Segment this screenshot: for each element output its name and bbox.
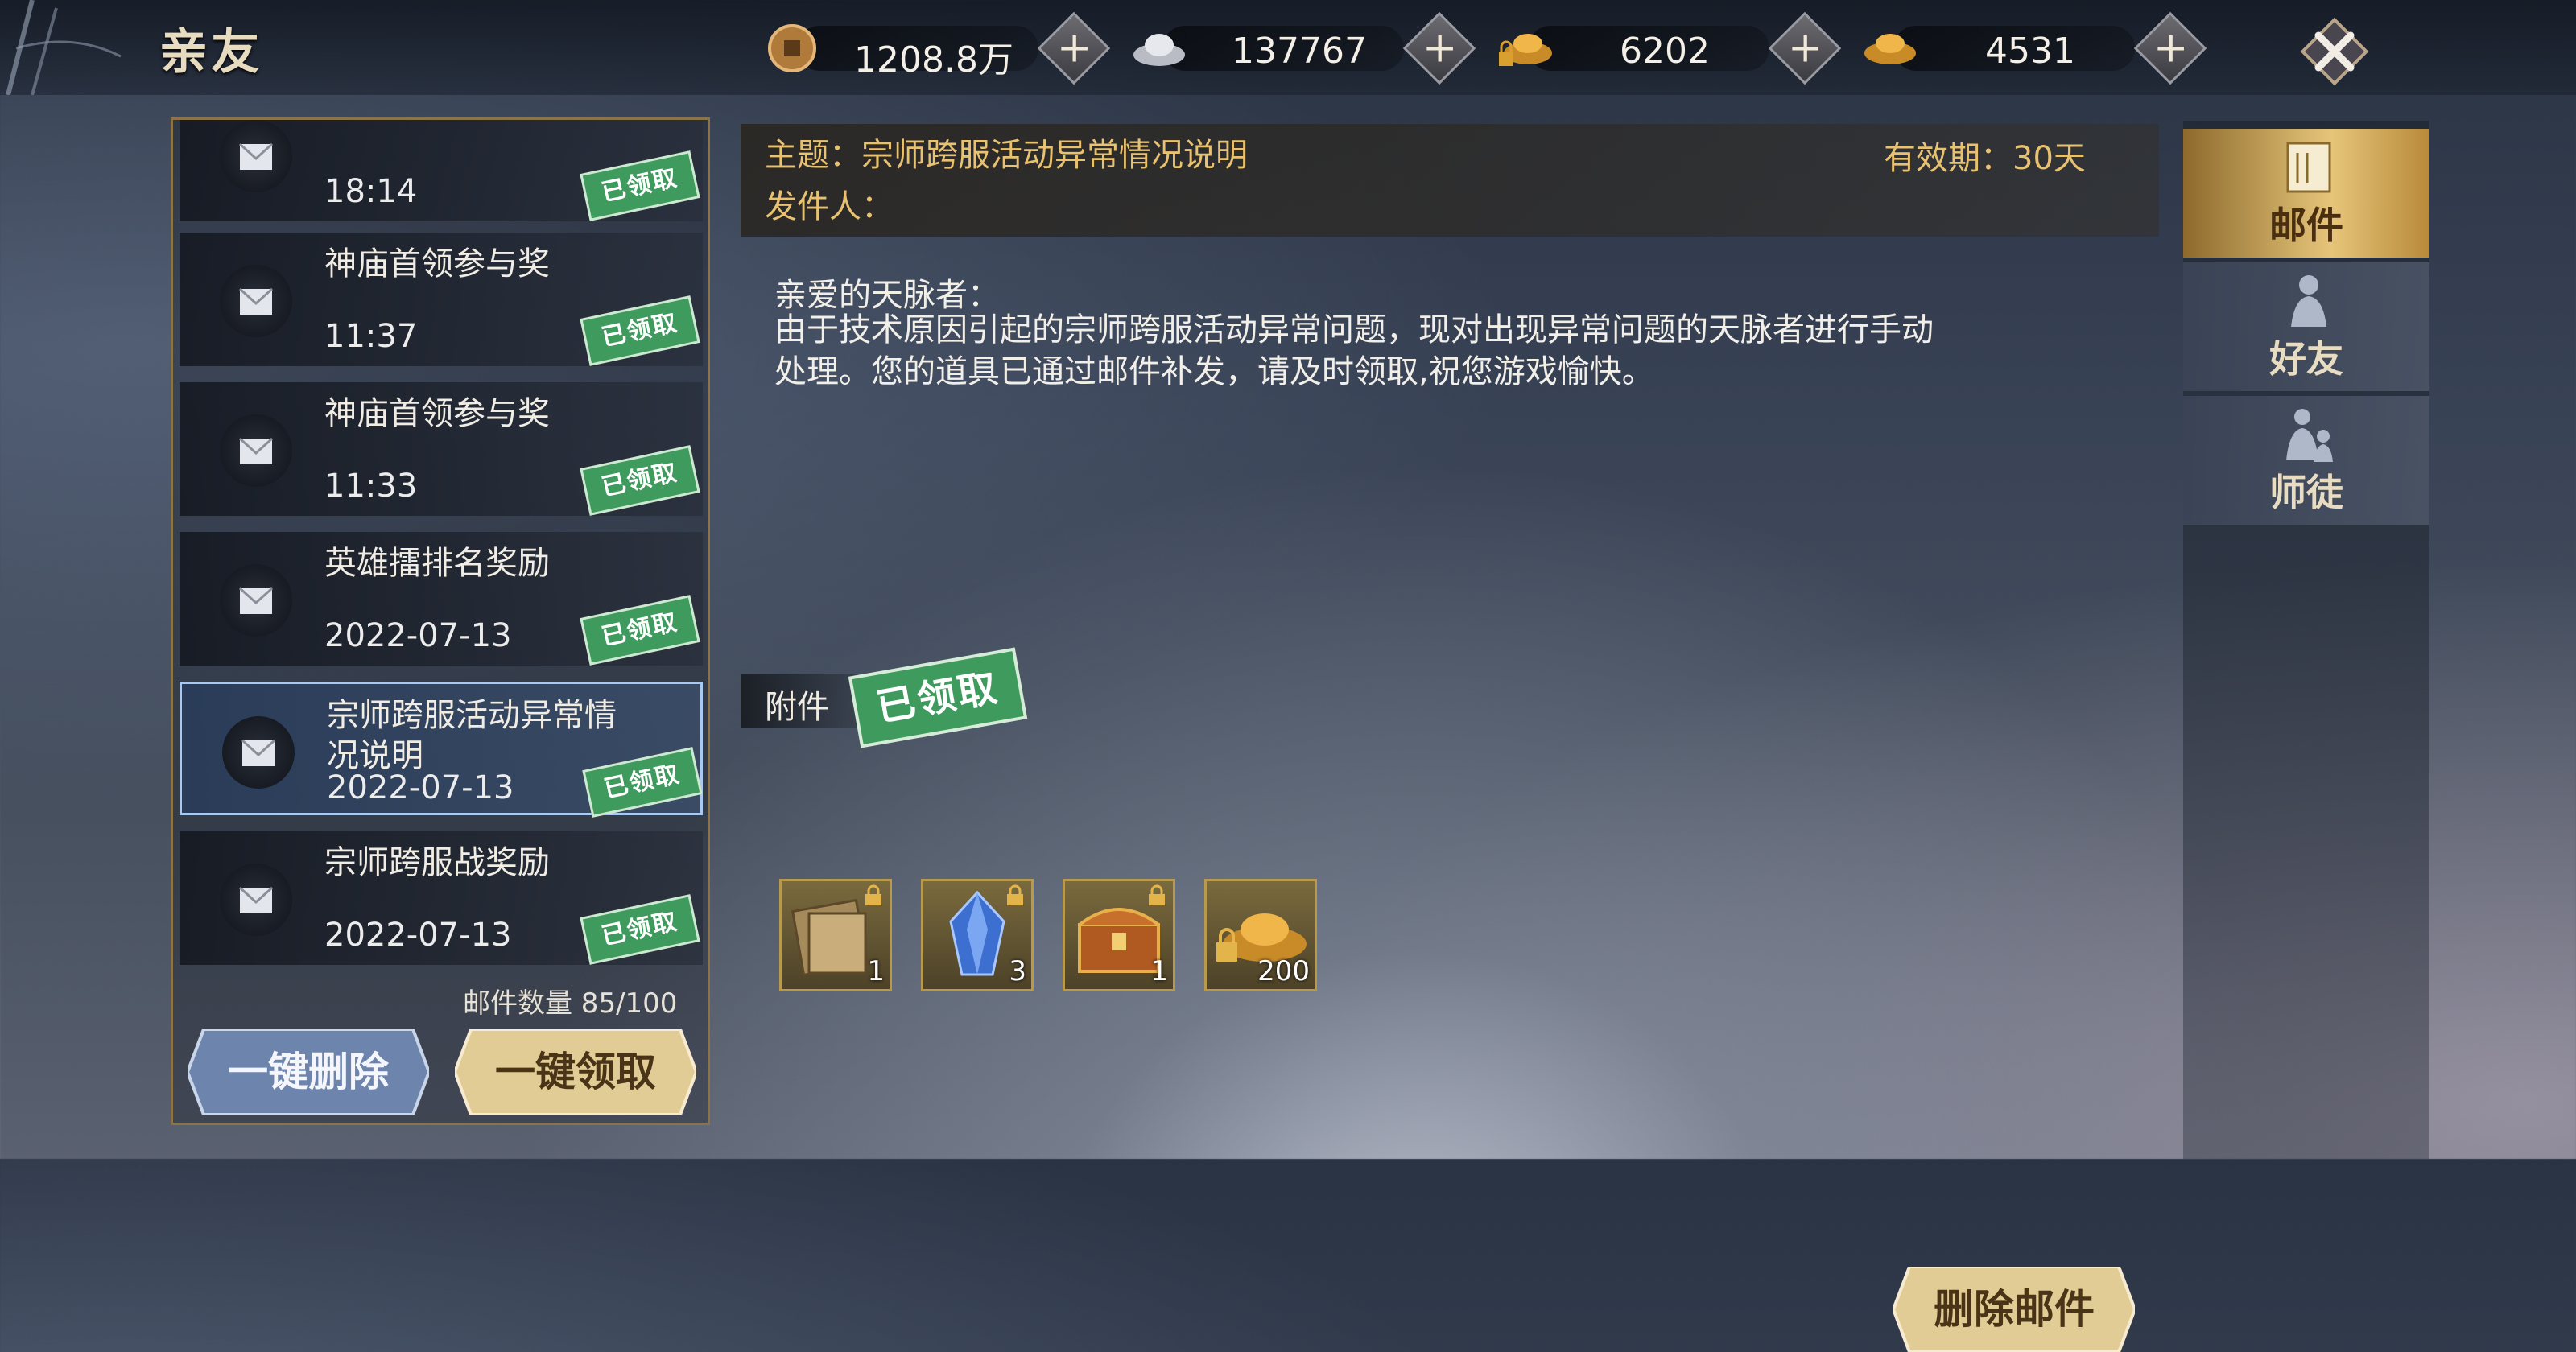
claimed-stamp: 已领取 <box>580 595 700 666</box>
mail-item-title: 神庙首领参与奖 <box>324 395 550 432</box>
locked-gold-ingot-icon <box>1499 34 1552 66</box>
attachment-item[interactable]: 3 <box>921 879 1034 991</box>
claimed-stamp: 已领取 <box>580 445 700 516</box>
add-silver-button[interactable]: + <box>1402 11 1476 85</box>
mail-item-title: 英雄擂排名奖励 <box>324 545 550 582</box>
delete-all-button[interactable]: 一键删除 <box>188 1029 429 1115</box>
locked-gold-value: 6202 <box>1620 31 1710 72</box>
gold-ingot-icon <box>1864 34 1916 64</box>
friend-figure-icon <box>2291 275 2326 327</box>
claimed-stamp: 已领取 <box>580 150 700 221</box>
add-copper-button[interactable]: + <box>1037 11 1111 85</box>
item-quantity: 3 <box>1009 955 1026 987</box>
add-gold-button[interactable]: + <box>2133 11 2207 85</box>
top-bar: 亲友 1208.8万 + 137767 + 6202 + 4531 + <box>0 0 2576 95</box>
close-icon[interactable] <box>2294 11 2375 92</box>
mail-header: 主题：宗师跨服活动异常情况说明 发件人： 有效期：30天 <box>741 124 2159 237</box>
silver-value: 137767 <box>1232 31 1367 72</box>
tab-friends[interactable]: 好友 <box>2183 262 2429 391</box>
envelope-icon <box>220 265 292 337</box>
mail-item[interactable]: 18:14 已领取 <box>180 120 703 221</box>
lock-icon <box>865 884 881 905</box>
attachment-label: 附件 <box>765 689 829 726</box>
mail-item-time: 18:14 <box>324 173 418 210</box>
mail-item-time: 2022-07-13 <box>324 617 512 654</box>
lock-icon <box>1007 884 1023 905</box>
attachment-item[interactable]: 200 <box>1204 879 1317 991</box>
tab-master-apprentice[interactable]: 师徒 <box>2183 396 2429 525</box>
claim-all-button[interactable]: 一键领取 <box>455 1029 696 1115</box>
mail-body: 亲爱的天脉者： 由于技术原因引起的宗师跨服活动异常问题，现对出现异常问题的天脉者… <box>741 237 2159 1352</box>
mail-count: 邮件数量 85/100 <box>463 987 678 1020</box>
mail-item[interactable]: 英雄擂排名奖励 2022-07-13 已领取 <box>180 532 703 666</box>
envelope-icon <box>220 564 292 637</box>
right-tab-bar: 邮件 好友 师徒 <box>2183 121 2429 1159</box>
tab-mail[interactable]: 邮件 <box>2183 129 2429 258</box>
mail-item-time: 11:33 <box>324 468 418 505</box>
mail-sender: 发件人： <box>765 188 894 225</box>
mail-item-time: 2022-07-13 <box>327 769 514 806</box>
page-title: 亲友 <box>159 24 262 80</box>
envelope-icon <box>222 716 295 789</box>
copper-coin-icon <box>768 24 816 72</box>
mail-item[interactable]: 神庙首领参与奖 11:37 已领取 <box>180 233 703 366</box>
mail-list-panel: 18:14 已领取 神庙首领参与奖 11:37 已领取 神庙首领参与奖 11:3… <box>171 117 710 1125</box>
mail-content: 由于技术原因引起的宗师跨服活动异常问题，现对出现异常问题的天脉者进行手动处理。您… <box>774 311 1934 390</box>
mail-item-selected[interactable]: 宗师跨服活动异常情况说明 2022-07-13 已领取 <box>180 682 703 818</box>
envelope-icon <box>220 120 292 192</box>
attachment-item[interactable]: 1 <box>779 879 892 991</box>
attachment-item[interactable]: 1 <box>1063 879 1175 991</box>
claimed-stamp: 已领取 <box>580 295 700 366</box>
mail-item-title: 宗师跨服活动异常情况说明 <box>327 697 617 774</box>
mail-item[interactable]: 神庙首领参与奖 11:33 已领取 <box>180 382 703 516</box>
attachment-claimed-stamp: 已领取 <box>848 647 1028 748</box>
bamboo-decoration-icon <box>6 0 122 95</box>
mail-item-time: 2022-07-13 <box>324 917 512 954</box>
mail-item-title: 神庙首领参与奖 <box>324 245 550 282</box>
mail-scroll-icon <box>2286 142 2331 193</box>
mail-item-time: 11:37 <box>324 318 418 355</box>
gold-value: 4531 <box>1985 31 2075 72</box>
item-quantity: 200 <box>1257 955 1310 987</box>
envelope-icon <box>220 414 292 487</box>
mail-item-title: 宗师跨服战奖励 <box>324 844 550 881</box>
item-quantity: 1 <box>1150 955 1168 987</box>
mail-validity: 有效期：30天 <box>1884 140 2086 177</box>
mail-item[interactable]: 宗师跨服战奖励 2022-07-13 已领取 <box>180 831 703 965</box>
delete-mail-button[interactable]: 删除邮件 <box>1893 1267 2135 1352</box>
copper-value: 1208.8万 <box>854 39 1013 80</box>
item-quantity: 1 <box>867 955 885 987</box>
mail-subject: 主题：宗师跨服活动异常情况说明 <box>765 137 1248 174</box>
master-apprentice-icon <box>2286 409 2333 462</box>
silver-ingot-icon <box>1133 34 1185 66</box>
envelope-icon <box>220 864 292 936</box>
lock-icon <box>1149 884 1165 905</box>
add-locked-gold-button[interactable]: + <box>1768 11 1842 85</box>
claimed-stamp: 已领取 <box>580 894 700 965</box>
